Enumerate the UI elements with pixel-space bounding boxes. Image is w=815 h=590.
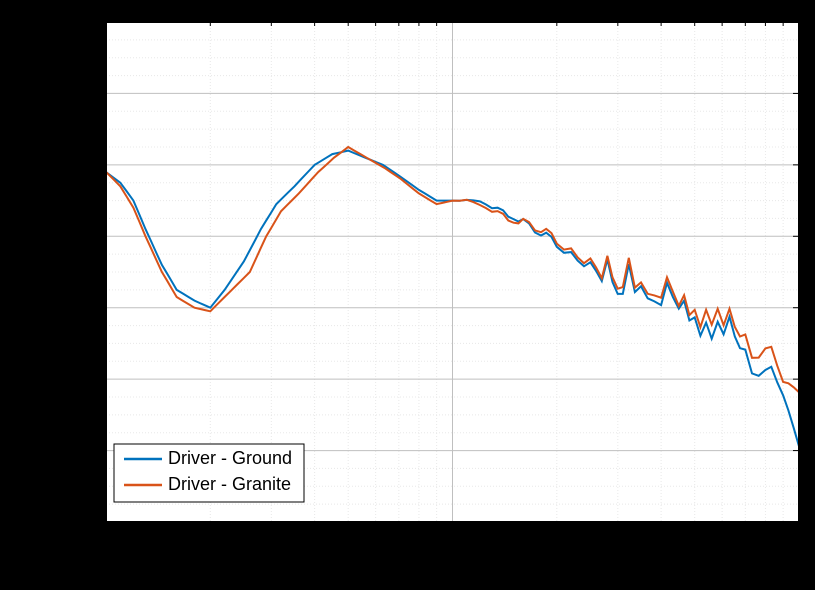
svg-text:2: 2: [114, 527, 123, 544]
y-axis-label: Amplitude [dB/Hz]: [13, 192, 35, 352]
svg-text:3: 3: [461, 527, 470, 544]
y-tick-label: -20: [71, 158, 94, 175]
y-tick-label: -40: [71, 229, 94, 246]
y-tick-label: 0: [85, 86, 94, 103]
legend-label: Driver - Granite: [168, 474, 291, 494]
legend-label: Driver - Ground: [168, 448, 292, 468]
y-tick-label: -80: [71, 372, 94, 389]
x-tick-label: 10: [443, 535, 461, 552]
x-axis-label: Frequency [Hz]: [385, 555, 521, 577]
y-tick-label: -120: [62, 515, 94, 532]
y-tick-label: -60: [71, 301, 94, 318]
x-tick-label: 10: [96, 535, 114, 552]
y-tick-label: -100: [62, 444, 94, 461]
svg-text:4: 4: [807, 527, 815, 544]
x-tick-label: 10: [789, 535, 807, 552]
y-tick-label: 20: [76, 15, 94, 32]
